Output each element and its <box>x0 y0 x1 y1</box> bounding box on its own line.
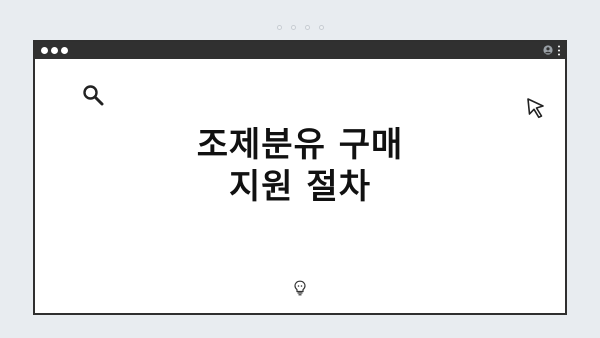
pager-dot <box>304 25 310 30</box>
top-pager-dots <box>0 25 600 30</box>
pager-dot <box>290 25 296 30</box>
title-line-2: 지원 절차 <box>229 167 371 207</box>
kebab-menu-icon[interactable] <box>557 45 561 56</box>
lightbulb-icon <box>294 280 306 296</box>
pager-dot <box>276 25 282 30</box>
window-control-dot[interactable] <box>61 47 68 54</box>
window-control-dot[interactable] <box>41 47 48 54</box>
window-titlebar <box>35 42 565 59</box>
cursor-arrow-icon <box>527 98 544 119</box>
search-icon <box>83 85 104 106</box>
browser-window: 조제분유 구매 지원 절차 <box>33 40 567 315</box>
user-icon[interactable] <box>543 45 553 55</box>
page-title: 조제분유 구매 지원 절차 <box>35 124 565 208</box>
title-line-1: 조제분유 구매 <box>196 125 404 165</box>
pager-dot <box>318 25 324 30</box>
window-control-dot[interactable] <box>51 47 58 54</box>
